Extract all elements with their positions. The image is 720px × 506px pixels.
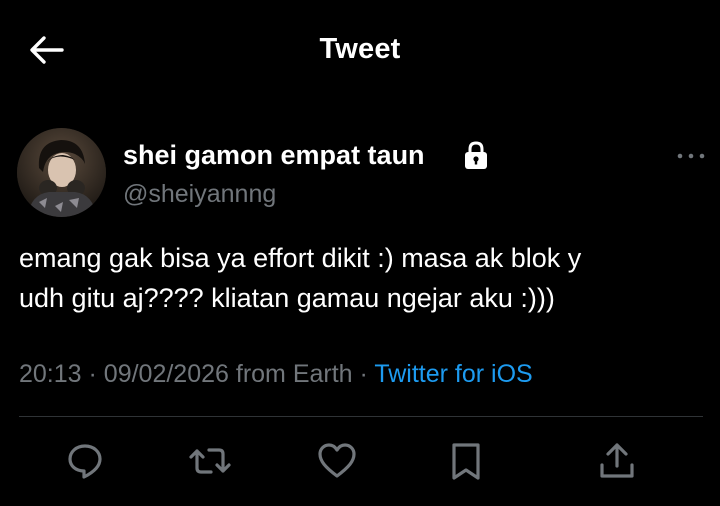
- heart-icon: [318, 443, 356, 478]
- profile-photo: [17, 128, 106, 217]
- tweet-text: emang gak bisa ya effort dikit :) masa a…: [19, 238, 709, 318]
- share-button[interactable]: [597, 441, 637, 481]
- author-display-name[interactable]: shei gamon empat taun: [123, 140, 425, 171]
- reply-button[interactable]: [65, 441, 105, 481]
- tweet-date: 09/02/2026: [103, 360, 229, 388]
- avatar[interactable]: [17, 128, 106, 217]
- divider: [19, 416, 703, 417]
- more-horizontal-icon: [677, 153, 705, 159]
- bookmark-button[interactable]: [446, 441, 486, 481]
- top-bar: Tweet: [0, 0, 720, 100]
- retweet-button[interactable]: [188, 441, 231, 481]
- share-icon: [600, 443, 634, 478]
- more-options-button[interactable]: [676, 148, 706, 164]
- meta-separator: ·: [88, 360, 97, 388]
- meta-separator: ·: [359, 360, 368, 388]
- page-title: Tweet: [319, 33, 401, 65]
- like-button[interactable]: [317, 441, 357, 481]
- author-handle[interactable]: @sheiyannng: [123, 180, 276, 209]
- tweet-time: 20:13: [19, 360, 82, 388]
- tweet-text-line: emang gak bisa ya effort dikit :) masa a…: [19, 243, 582, 273]
- bookmark-icon: [452, 443, 480, 480]
- lock-icon: [463, 140, 489, 171]
- tweet-source-link[interactable]: Twitter for iOS: [374, 360, 532, 388]
- tweet-location: from Earth: [235, 360, 353, 388]
- retweet-icon: [189, 448, 231, 474]
- reply-icon: [68, 444, 102, 479]
- tweet-text-line: udh gitu aj???? kliatan gamau ngejar aku…: [19, 283, 555, 313]
- tweet-metadata: 20:13 · 09/02/2026 from Earth · Twitter …: [19, 360, 533, 389]
